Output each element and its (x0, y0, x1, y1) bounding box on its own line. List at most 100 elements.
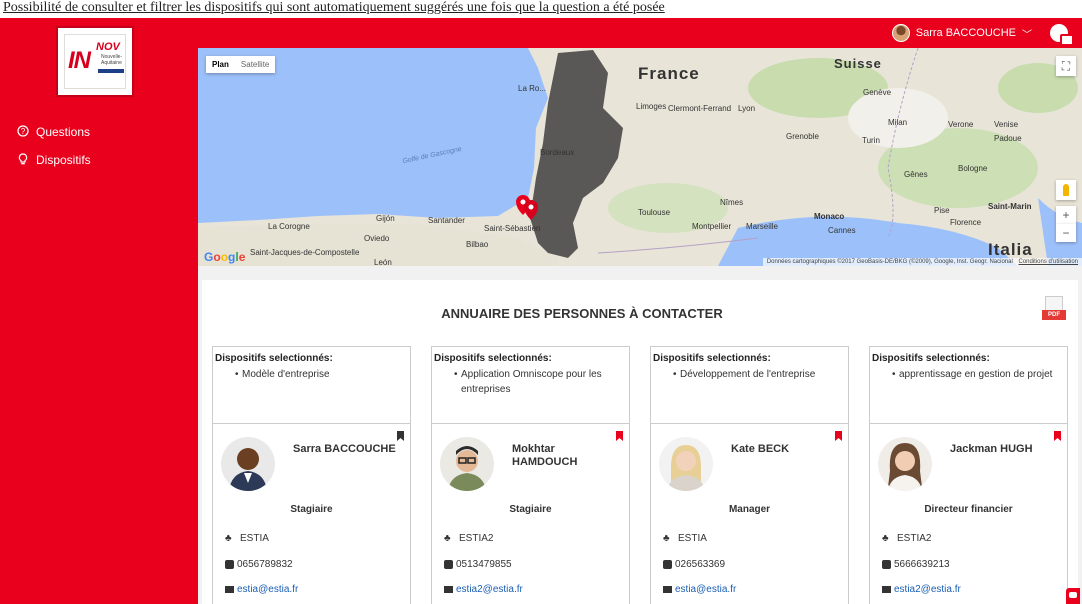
map-label-italia: Italia (988, 240, 1033, 259)
sidebar: IN NOV Nouvelle-Aquitaine ? Questions Di… (0, 18, 190, 604)
contact-card: Dispositifs selectionnés: apprentissage … (869, 346, 1068, 604)
main-content: Plan Satellite France Suisse Italia La R… (198, 48, 1082, 604)
zoom-out-button[interactable]: − (1056, 224, 1076, 242)
map-type-toggle: Plan Satellite (206, 56, 276, 73)
svg-text:?: ? (21, 127, 26, 136)
chevron-down-icon: ﹀ (1022, 29, 1032, 41)
phone: 0656789832 (225, 559, 293, 570)
map-type-plan[interactable]: Plan (206, 56, 235, 73)
map-label-lyon: Lyon (738, 104, 756, 113)
map-label-marseille: Marseille (746, 222, 779, 231)
email-link[interactable]: estia@estia.fr (237, 584, 298, 595)
map-label-bordeaux: Bordeaux (540, 148, 575, 157)
map-label-milan: Milan (888, 118, 908, 127)
selected-devices: Dispositifs selectionnés: apprentissage … (870, 347, 1067, 424)
device-item: Modèle d'entreprise (235, 367, 410, 382)
logo-text-in: IN (68, 47, 91, 74)
selected-devices-heading: Dispositifs selectionnés: (215, 353, 333, 364)
sidebar-item-questions[interactable]: ? Questions (16, 122, 90, 142)
map-label-turin: Turin (862, 136, 880, 145)
map[interactable]: Plan Satellite France Suisse Italia La R… (198, 48, 1082, 266)
innov-logo[interactable]: IN NOV Nouvelle-Aquitaine (56, 26, 134, 97)
phone-icon (882, 560, 891, 569)
map-label-france: France (638, 64, 700, 83)
map-label-venise: Venise (994, 120, 1019, 129)
organization: ♣ ESTIA (663, 533, 707, 544)
envelope-icon (663, 586, 672, 593)
map-label-bologne: Bologne (958, 164, 988, 173)
email-link[interactable]: estia2@estia.fr (894, 584, 961, 595)
sitemap-icon: ♣ (663, 533, 670, 544)
user-name: Sarra BACCOUCHE (915, 27, 1016, 39)
person-role: Directeur financier (924, 504, 1013, 515)
map-label-cannes: Cannes (828, 226, 856, 235)
selected-devices-heading: Dispositifs selectionnés: (653, 353, 771, 364)
phone: 0513479855 (444, 559, 512, 570)
map-label-grenoble: Grenoble (786, 132, 819, 141)
email: estia2@estia.fr (882, 584, 961, 595)
contact-card: Dispositifs selectionnés: Développement … (650, 346, 849, 604)
map-label-toulouse: Toulouse (638, 208, 671, 217)
street-view-pegman-icon[interactable] (1056, 180, 1076, 200)
map-label-verone: Verone (948, 120, 974, 129)
person-role: Stagiaire (509, 504, 552, 515)
pdf-label: PDF (1042, 310, 1066, 320)
email: estia2@estia.fr (444, 584, 523, 595)
selected-devices: Dispositifs selectionnés: Application Om… (432, 347, 629, 424)
pdf-export-icon[interactable]: PDF (1042, 296, 1066, 324)
organization: ♣ ESTIA2 (444, 533, 494, 544)
map-label-monaco: Monaco (814, 212, 845, 221)
map-label-clermont: Clermont-Ferrand (668, 104, 732, 113)
bookmark-icon[interactable] (616, 431, 623, 441)
map-label-saintsebastien: Saint-Sébastien (484, 224, 541, 233)
phone: 5666639213 (882, 559, 950, 570)
chat-button[interactable] (1066, 588, 1080, 604)
logo-bar (98, 69, 124, 73)
phone-icon (225, 560, 234, 569)
question-circle-icon: ? (16, 124, 30, 140)
phone-icon (663, 560, 672, 569)
contact-card: Dispositifs selectionnés: Application Om… (431, 346, 630, 604)
person-name: Sarra BACCOUCHE (293, 443, 396, 455)
map-label-saintmarin: Saint-Marin (988, 202, 1032, 211)
logo-subtext: Nouvelle-Aquitaine (101, 54, 123, 66)
map-label-gijon: Gijón (376, 214, 395, 223)
contact-card: Dispositifs selectionnés: Modèle d'entre… (212, 346, 411, 604)
screenshot-caption: Possibilité de consulter et filtrer les … (0, 0, 1082, 18)
map-label-pise: Pise (934, 206, 950, 215)
zoom-in-button[interactable]: + (1056, 206, 1076, 224)
person-name: Kate BECK (731, 443, 790, 455)
bookmark-icon[interactable] (835, 431, 842, 441)
user-menu[interactable]: Sarra BACCOUCHE ﹀ (891, 22, 1074, 46)
lightbulb-icon (16, 152, 30, 168)
map-type-satellite[interactable]: Satellite (235, 56, 275, 73)
map-label-leon: León (374, 258, 392, 266)
envelope-icon (225, 586, 234, 593)
fullscreen-icon[interactable]: ⛶ (1056, 56, 1076, 76)
bookmark-icon[interactable] (1054, 431, 1061, 441)
google-logo: Google (204, 250, 246, 264)
sidebar-item-label: Dispositifs (36, 153, 91, 167)
map-terms-link[interactable]: Conditions d'utilisation (1018, 259, 1078, 265)
person-photo (440, 437, 494, 491)
device-item: Application Omniscope pour les entrepris… (454, 367, 629, 397)
map-label-larochelle: La Ro... (518, 84, 547, 93)
email-link[interactable]: estia@estia.fr (675, 584, 736, 595)
app-window: IN NOV Nouvelle-Aquitaine ? Questions Di… (0, 18, 1082, 604)
sitemap-icon: ♣ (225, 533, 232, 544)
map-label-santander: Santander (428, 216, 465, 225)
person-role: Manager (728, 504, 771, 515)
contact-directory: ANNUAIRE DES PERSONNES À CONTACTER PDF D… (202, 280, 1078, 604)
avatar (891, 24, 910, 42)
selected-devices: Dispositifs selectionnés: Modèle d'entre… (213, 347, 410, 424)
organization: ♣ ESTIA (225, 533, 269, 544)
map-label-compostelle: Saint-Jacques-de-Compostelle (250, 248, 360, 257)
selected-devices-heading: Dispositifs selectionnés: (872, 353, 990, 364)
envelope-icon (444, 586, 453, 593)
email: estia@estia.fr (663, 584, 736, 595)
sidebar-item-dispositifs[interactable]: Dispositifs (16, 150, 91, 170)
bookmark-icon[interactable] (397, 431, 404, 441)
envelope-icon (882, 586, 891, 593)
email-link[interactable]: estia2@estia.fr (456, 584, 523, 595)
notification-icon[interactable] (1050, 24, 1074, 46)
